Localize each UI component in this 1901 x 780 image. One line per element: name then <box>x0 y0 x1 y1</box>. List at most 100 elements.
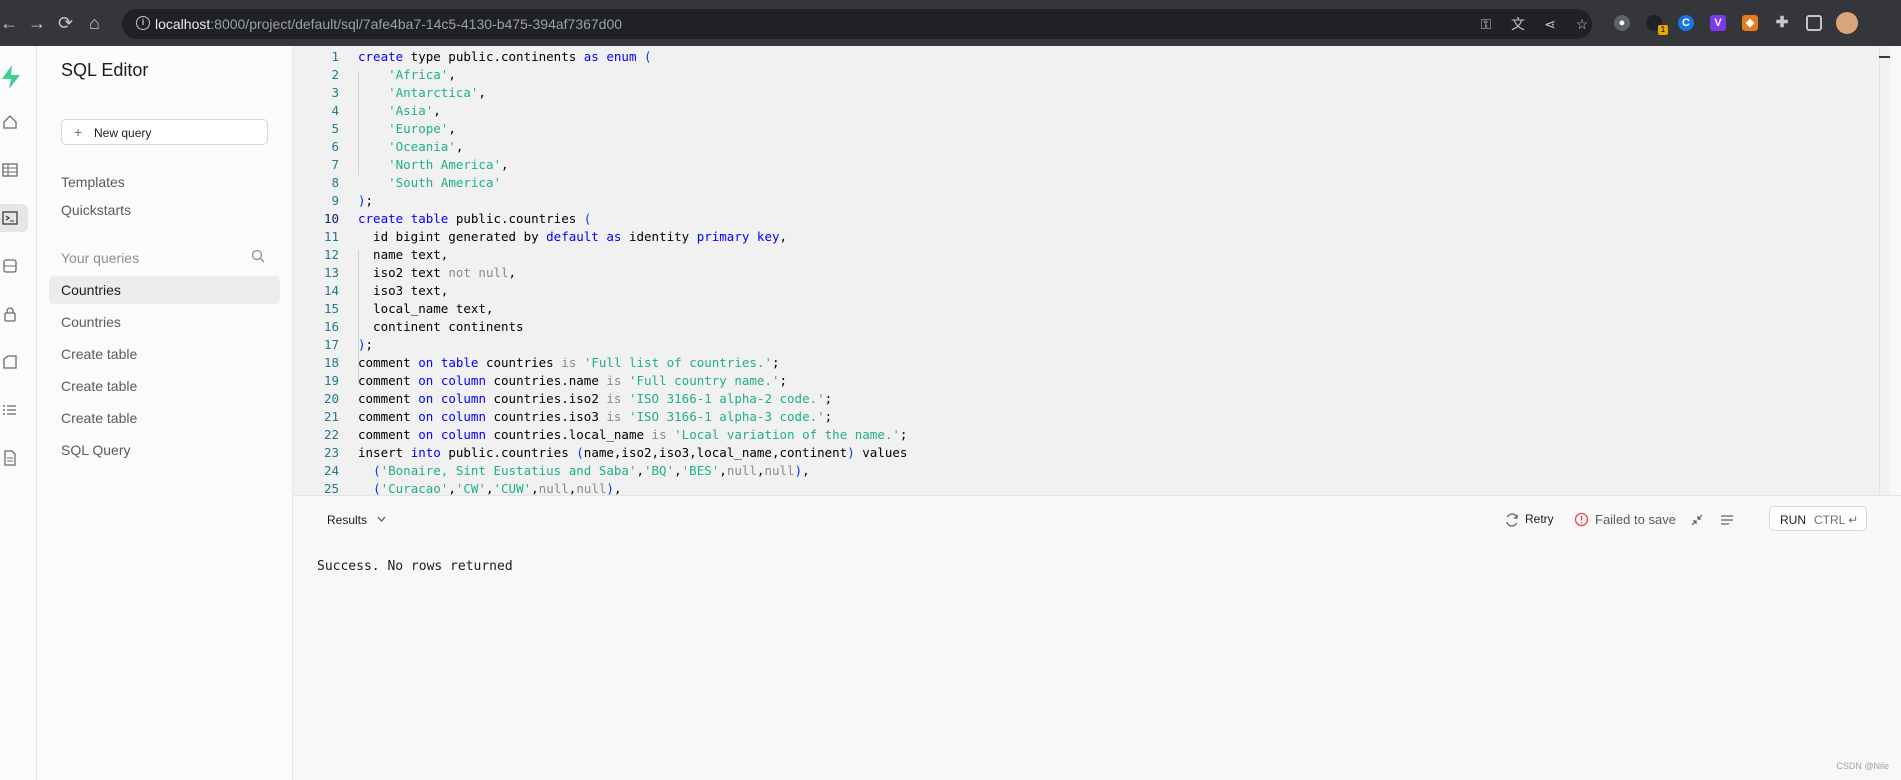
forward-icon[interactable]: → <box>28 13 46 33</box>
query-item[interactable]: Countries <box>49 276 280 304</box>
line-number: 8 <box>331 175 339 190</box>
query-item-label: SQL Query <box>61 442 131 458</box>
query-item-label: Countries <box>61 314 121 330</box>
results-panel: Success. No rows returned CSDN @Nile <box>293 543 1901 780</box>
rail-storage[interactable] <box>0 348 28 376</box>
line-number: 22 <box>323 427 339 442</box>
query-item[interactable]: Countries <box>49 308 280 336</box>
watermark: CSDN @Nile <box>1836 761 1889 771</box>
editor-scrollbar[interactable] <box>1879 46 1890 495</box>
alert-circle-icon <box>1574 512 1589 527</box>
code-line: comment on column countries.iso2 is 'ISO… <box>358 391 833 406</box>
quickstarts-link[interactable]: Quickstarts <box>61 202 131 218</box>
rail-home[interactable] <box>0 108 28 136</box>
search-icon[interactable] <box>251 249 265 263</box>
lock-icon <box>4 307 16 322</box>
url-text: localhost:8000/project/default/sql/7afe4… <box>155 16 623 32</box>
database-icon <box>3 259 17 273</box>
code-line: comment on column countries.name is 'Ful… <box>358 373 788 388</box>
line-number: 4 <box>331 103 339 118</box>
storage-icon <box>3 355 17 369</box>
sidepanel-icon[interactable] <box>1806 15 1822 31</box>
home-icon[interactable]: ⌂ <box>89 13 100 33</box>
avatar[interactable] <box>1836 12 1858 34</box>
code-line: id bigint generated by default as identi… <box>358 229 788 244</box>
back-icon[interactable]: ← <box>0 13 18 33</box>
list-icon <box>3 405 16 415</box>
rail-sql-editor[interactable] <box>0 204 28 232</box>
code-line: create table public.countries ( <box>358 211 592 226</box>
rail-auth[interactable] <box>0 300 28 328</box>
browser-toolbar: ← → ⟳ ⌂ i localhost:8000/project/default… <box>0 0 1901 46</box>
icon-rail <box>0 46 37 780</box>
rail-database[interactable] <box>0 252 28 280</box>
sql-editor-sidebar: SQL Editor + New query Templates Quickst… <box>37 46 293 780</box>
line-number: 7 <box>331 157 339 172</box>
home-icon <box>3 115 17 129</box>
results-toolbar: Results Retry Failed to save RUN CTRL ↵ <box>293 495 1901 543</box>
extension-badge: 1 <box>1658 25 1668 35</box>
run-button[interactable]: RUN CTRL ↵ <box>1769 506 1867 531</box>
line-number: 21 <box>323 409 339 424</box>
translate-icon[interactable]: 文 <box>1510 16 1526 32</box>
query-item[interactable]: SQL Query <box>49 436 280 464</box>
line-number: 17 <box>323 337 339 352</box>
minimize-icon[interactable] <box>1691 514 1703 526</box>
rail-docs[interactable] <box>0 444 28 472</box>
plus-icon: + <box>74 124 83 140</box>
query-item[interactable]: Create table <box>49 404 280 432</box>
metamask-icon[interactable]: ◆ <box>1742 15 1758 31</box>
line-number: 14 <box>323 283 339 298</box>
site-info-icon[interactable]: i <box>136 16 150 30</box>
address-bar[interactable]: i localhost:8000/project/default/sql/7af… <box>122 9 1592 39</box>
code-line: 'Oceania', <box>388 139 464 154</box>
line-number: 13 <box>323 265 339 280</box>
code-line: create type public.continents as enum ( <box>358 49 652 64</box>
supabase-logo-icon[interactable] <box>0 64 22 90</box>
results-tab[interactable]: Results <box>327 513 367 527</box>
line-number: 23 <box>323 445 339 460</box>
extension-icon[interactable]: C <box>1678 15 1694 31</box>
query-item-label: Create table <box>61 346 138 362</box>
line-number: 10 <box>323 211 339 226</box>
code-line: ('Curacao','CW','CUW',null,null), <box>373 481 622 495</box>
line-number: 25 <box>323 481 339 495</box>
new-query-button[interactable]: + New query <box>61 119 268 145</box>
line-number: 18 <box>323 355 339 370</box>
reload-icon[interactable]: ⟳ <box>58 13 73 33</box>
document-icon <box>4 450 16 466</box>
share-icon[interactable]: ⋖ <box>1542 16 1558 32</box>
query-item[interactable]: Create table <box>49 372 280 400</box>
code-line: insert into public.countries (name,iso2,… <box>358 445 908 460</box>
code-line: 'Asia', <box>388 103 441 118</box>
extension-icon[interactable]: V <box>1710 15 1726 31</box>
bookmark-star-icon[interactable]: ☆ <box>1574 16 1590 32</box>
chevron-down-icon[interactable] <box>377 516 386 522</box>
templates-link[interactable]: Templates <box>61 174 125 190</box>
line-number: 1 <box>331 49 339 64</box>
line-number: 20 <box>323 391 339 406</box>
terminal-icon <box>2 211 18 225</box>
extension-icon[interactable]: ● <box>1614 15 1630 31</box>
line-number: 6 <box>331 139 339 154</box>
code-line: 'Antarctica', <box>388 85 486 100</box>
code-line: comment on table countries is 'Full list… <box>358 355 780 370</box>
retry-button[interactable]: Retry <box>1525 512 1554 526</box>
line-number: 19 <box>323 373 339 388</box>
code-editor[interactable]: 1 create type public.continents as enum (… <box>293 46 1890 495</box>
code-line: ); <box>358 193 374 208</box>
line-number: 11 <box>323 229 339 244</box>
line-number: 9 <box>331 193 339 208</box>
rail-logs[interactable] <box>0 396 28 424</box>
line-number: 3 <box>331 85 339 100</box>
key-icon[interactable]: ⚿ <box>1478 16 1494 32</box>
code-line: ); <box>358 337 374 352</box>
puzzle-icon[interactable]: ✚ <box>1774 15 1790 31</box>
rail-table-editor[interactable] <box>0 156 28 184</box>
code-line: continent continents <box>358 319 524 334</box>
line-number: 12 <box>323 247 339 262</box>
code-line: local_name text, <box>358 301 494 316</box>
format-align-icon[interactable] <box>1721 515 1733 525</box>
query-item[interactable]: Create table <box>49 340 280 368</box>
refresh-icon[interactable] <box>1505 513 1519 527</box>
